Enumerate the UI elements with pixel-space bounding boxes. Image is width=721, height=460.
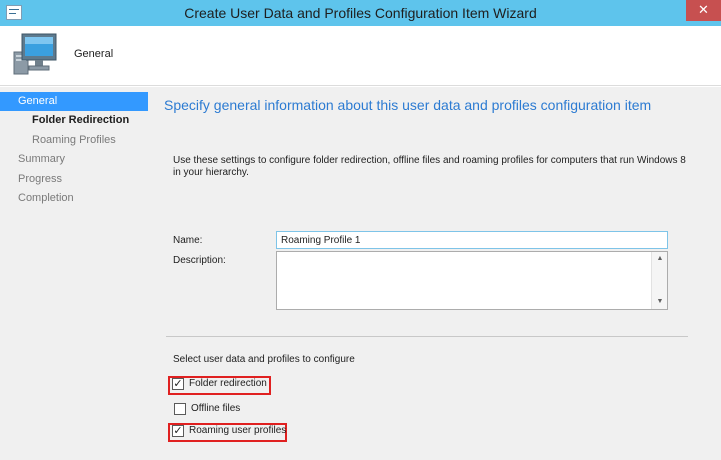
- select-section-label: Select user data and profiles to configu…: [173, 354, 355, 365]
- description-field[interactable]: ▲ ▼: [276, 251, 668, 310]
- roaming-user-profiles-option[interactable]: ✓ Roaming user profiles: [168, 423, 287, 442]
- title-bar: Create User Data and Profiles Configurat…: [0, 0, 721, 26]
- name-input[interactable]: [276, 231, 668, 249]
- computer-monitor-icon: [13, 33, 57, 75]
- scroll-up-icon[interactable]: ▲: [652, 252, 668, 266]
- wizard-steps-sidebar: General Folder Redirection Roaming Profi…: [0, 87, 148, 460]
- nav-step-roaming-profiles[interactable]: Roaming Profiles: [0, 131, 148, 150]
- folder-redirection-option[interactable]: ✓ Folder redirection: [168, 376, 271, 395]
- offline-files-label: Offline files: [191, 403, 241, 414]
- roaming-user-profiles-label: Roaming user profiles: [189, 425, 287, 436]
- page-description: Use these settings to configure folder r…: [173, 155, 686, 178]
- description-label: Description:: [173, 255, 226, 266]
- section-divider: [166, 336, 688, 337]
- name-label: Name:: [173, 235, 203, 246]
- description-scrollbar[interactable]: ▲ ▼: [651, 252, 667, 309]
- wizard-header: General: [0, 26, 721, 86]
- header-title: General: [74, 48, 114, 60]
- offline-files-option[interactable]: Offline files: [170, 401, 270, 417]
- description-textarea[interactable]: [277, 252, 651, 309]
- nav-step-completion[interactable]: Completion: [0, 189, 148, 208]
- wizard-content: Specify general information about this u…: [148, 87, 721, 460]
- scroll-down-icon[interactable]: ▼: [652, 295, 668, 309]
- folder-redirection-checkbox[interactable]: ✓: [172, 378, 184, 390]
- window-title: Create User Data and Profiles Configurat…: [184, 5, 537, 21]
- offline-files-checkbox[interactable]: [174, 403, 186, 415]
- close-button[interactable]: ✕: [686, 0, 721, 21]
- nav-step-general[interactable]: General: [0, 92, 148, 111]
- nav-step-progress[interactable]: Progress: [0, 170, 148, 189]
- roaming-user-profiles-checkbox[interactable]: ✓: [172, 425, 184, 437]
- nav-step-folder-redirection[interactable]: Folder Redirection: [0, 111, 148, 130]
- folder-redirection-label: Folder redirection: [189, 378, 267, 389]
- nav-step-summary[interactable]: Summary: [0, 150, 148, 169]
- page-heading: Specify general information about this u…: [164, 97, 652, 113]
